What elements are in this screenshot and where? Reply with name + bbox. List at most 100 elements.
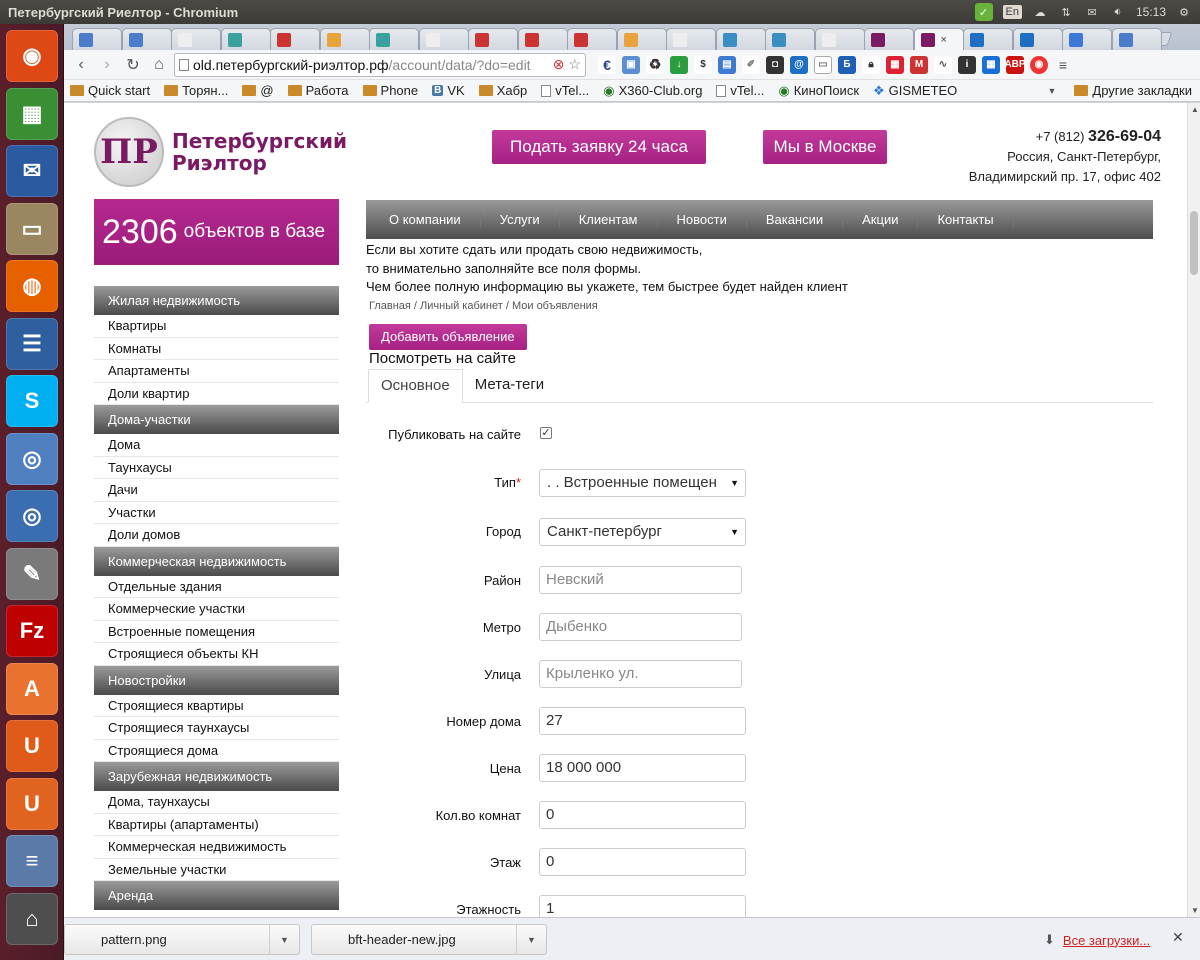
lock-ext-icon[interactable]: 🔒︎: [862, 55, 880, 74]
adblock-icon[interactable]: ABP: [1004, 55, 1026, 74]
download-item[interactable]: bft-header-new.jpg ▼: [311, 924, 547, 955]
chevron-down-icon[interactable]: ▼: [516, 925, 546, 954]
forward-icon[interactable]: ›: [96, 54, 118, 76]
update-notifier-icon[interactable]: ✓: [974, 3, 993, 21]
recycle-ext-icon[interactable]: ♻: [646, 55, 664, 74]
browser-tab[interactable]: [1062, 28, 1112, 50]
thunderbird-icon[interactable]: ✉: [6, 145, 58, 197]
apps-ext-icon[interactable]: ▦: [982, 55, 1000, 74]
city-select[interactable]: Санкт-петербург ▼: [539, 517, 746, 546]
info-ext-icon[interactable]: i: [958, 55, 976, 74]
skype-icon[interactable]: S: [6, 375, 58, 427]
browser-tab[interactable]: [369, 28, 419, 50]
browser-tab[interactable]: [1012, 28, 1063, 50]
grid-ext-icon[interactable]: ▦: [886, 55, 904, 74]
browser-tab[interactable]: [765, 28, 815, 50]
browser-tab[interactable]: [567, 28, 617, 50]
request-24h-button[interactable]: Подать заявку 24 часа: [492, 130, 706, 164]
moscow-button[interactable]: Мы в Москве: [763, 130, 887, 164]
bookmark-item[interactable]: vTel...: [541, 83, 589, 98]
ubuntu-dash-icon[interactable]: ◉: [6, 30, 58, 82]
tab-main[interactable]: Основное: [368, 368, 463, 403]
site-logo[interactable]: ПР Петербургский Риэлтор: [94, 117, 347, 187]
mail-icon[interactable]: ✉: [1084, 5, 1100, 19]
district-input[interactable]: Невский: [539, 565, 742, 594]
bookmark-item[interactable]: Торян...: [164, 83, 228, 98]
browser-tab[interactable]: ×: [913, 28, 964, 50]
browser-tab[interactable]: [814, 28, 865, 50]
sidebar-heading[interactable]: Коммерческая недвижимость: [94, 546, 339, 576]
browser-tab[interactable]: [121, 28, 172, 50]
bookmark-item[interactable]: ◉ X360-Club.org: [603, 83, 702, 99]
file-manager-icon[interactable]: ▭: [6, 202, 58, 255]
add-listing-button[interactable]: Добавить объявление: [369, 323, 527, 350]
close-icon[interactable]: ×: [941, 34, 947, 46]
u-app-icon[interactable]: U: [6, 720, 58, 772]
bookmark-item[interactable]: Quick start: [70, 83, 150, 98]
sidebar-item[interactable]: Квартиры: [94, 315, 339, 338]
metro-input[interactable]: Дыбенко: [539, 612, 742, 641]
sidebar-item[interactable]: Строящиеся объекты КН: [94, 643, 339, 666]
rooms-input[interactable]: 0: [539, 800, 746, 829]
address-bar[interactable]: old.петербургский-риэлтор.рф/account/dat…: [174, 52, 586, 77]
browser-tab[interactable]: [864, 28, 914, 50]
house-number-input[interactable]: 27: [539, 706, 746, 735]
sidebar-heading[interactable]: Жилая недвижимость: [94, 286, 339, 315]
browser-tab[interactable]: [616, 28, 667, 50]
camera-ext-icon[interactable]: ◘: [766, 55, 784, 74]
scroll-up-icon[interactable]: ▲: [1191, 105, 1199, 114]
menu-item[interactable]: Услуги: [481, 212, 560, 227]
bookmark-item[interactable]: Работа: [287, 83, 349, 98]
clock[interactable]: 15:13: [1136, 5, 1166, 19]
menu-item[interactable]: О компании: [370, 212, 481, 227]
sidebar-item[interactable]: Дачи: [94, 479, 339, 502]
close-icon[interactable]: ✕: [1172, 929, 1184, 946]
sidebar-heading[interactable]: Зарубежная недвижимость: [94, 762, 339, 791]
software-center-icon[interactable]: A: [6, 662, 58, 715]
browser-tab[interactable]: [418, 28, 469, 50]
chromium-alt-icon[interactable]: ◎: [6, 490, 58, 542]
settings-gear-icon[interactable]: ⚙: [1176, 5, 1192, 19]
gmail-ext-icon[interactable]: M: [910, 55, 928, 74]
price-input[interactable]: 18 000 000: [539, 753, 746, 782]
bookmark-star-icon[interactable]: ☆: [568, 56, 581, 73]
sidebar-item[interactable]: Комнаты: [94, 338, 339, 360]
browser-tab[interactable]: [468, 28, 518, 50]
sidebar-item[interactable]: Апартаменты: [94, 360, 339, 383]
spreadsheet-app-icon[interactable]: ▦: [6, 87, 58, 140]
bookmark-item[interactable]: ❖ GISMETEO: [873, 83, 957, 99]
chromium-icon[interactable]: ◎: [6, 432, 58, 485]
sidebar-item[interactable]: Строящиеся дома: [94, 740, 339, 762]
tab-meta[interactable]: Мета-теги: [463, 368, 556, 402]
all-downloads-link[interactable]: Все загрузки...: [1063, 933, 1150, 948]
u-headset-app-icon[interactable]: U: [6, 777, 58, 830]
sidebar-heading[interactable]: Новостройки: [94, 665, 339, 695]
bookmark-item[interactable]: B VK: [432, 83, 465, 98]
browser-tab[interactable]: [666, 28, 716, 50]
menu-item[interactable]: Клиентам: [560, 212, 658, 227]
cloud-icon[interactable]: ☁: [1032, 5, 1048, 19]
sidebar-item[interactable]: Коммерческие участки: [94, 598, 339, 621]
chrome-menu-icon[interactable]: ≡: [1054, 56, 1072, 74]
scroll-down-icon[interactable]: ▼: [1191, 906, 1199, 915]
browser-tab[interactable]: [72, 28, 122, 50]
firefox-icon[interactable]: ◍: [6, 260, 58, 312]
sidebar-item[interactable]: Отдельные здания: [94, 576, 339, 598]
scroll-thumb[interactable]: [1190, 211, 1198, 275]
home-icon[interactable]: ⌂: [148, 54, 170, 76]
sidebar-item[interactable]: Квартиры (апартаменты): [94, 814, 339, 836]
download-ext-icon[interactable]: ↓: [670, 55, 688, 74]
pulse-ext-icon[interactable]: ∿: [934, 55, 952, 74]
sidebar-heading[interactable]: Дома-участки: [94, 405, 339, 434]
sidebar-item[interactable]: Доли квартир: [94, 383, 339, 405]
keyboard-layout-indicator[interactable]: En: [1002, 5, 1022, 19]
other-bookmarks[interactable]: ▼ Другие закладки: [1047, 83, 1200, 98]
bookmark-item[interactable]: Хабр: [478, 83, 527, 98]
back-icon[interactable]: ‹: [70, 54, 92, 76]
breadcrumb[interactable]: Главная / Личный кабинет / Мои объявлени…: [366, 300, 1153, 312]
b-ext-icon[interactable]: Б: [838, 55, 856, 74]
menu-item[interactable]: Новости: [658, 212, 747, 227]
note-ext-icon[interactable]: ▭: [814, 55, 832, 74]
browser-tab[interactable]: [517, 28, 568, 50]
sidebar-item[interactable]: Строящиеся квартиры: [94, 695, 339, 717]
